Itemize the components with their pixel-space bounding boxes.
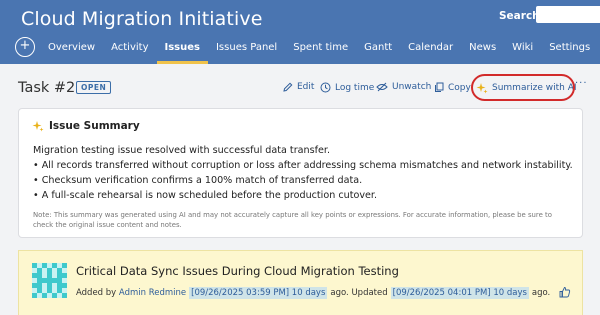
copy-icon [435,82,444,92]
sparkle-icon [32,121,44,132]
new-item-plus-icon[interactable]: + [15,37,35,57]
pencil-icon [283,82,293,92]
tab-issues-panel[interactable]: Issues Panel [208,40,285,64]
summary-line: • All records transferred without corrup… [33,160,573,171]
tab-settings[interactable]: Settings [541,40,598,64]
created-date-link[interactable]: [09/26/2025 03:59 PM] 10 days [189,287,328,299]
tab-news[interactable]: News [461,40,504,64]
issue-summary-card: Issue Summary Migration testing issue re… [18,108,583,238]
tab-wiki[interactable]: Wiki [504,40,541,64]
log-time-label: Log time [335,82,375,93]
clock-icon [320,82,331,93]
log-time-button[interactable]: Log time [320,82,374,93]
tab-overview[interactable]: Overview [40,40,103,64]
avatar [32,263,67,298]
main-menu-tabs: Overview Activity Issues Issues Panel Sp… [40,40,598,64]
ago-text: ago. [531,288,551,298]
tab-spent-time[interactable]: Spent time [285,40,356,64]
tab-activity[interactable]: Activity [103,40,156,64]
tab-gantt[interactable]: Gantt [356,40,400,64]
search-input[interactable] [536,6,600,23]
added-by-text: Added by [76,288,117,298]
summary-header: Issue Summary [32,120,140,132]
highlight-ring [471,74,575,101]
summary-line: Migration testing issue resolved with su… [33,145,330,156]
updated-date-link[interactable]: [09/26/2025 04:01 PM] 10 days [390,287,529,299]
issue-details-panel: Critical Data Sync Issues During Cloud M… [18,250,583,315]
issue-subject: Critical Data Sync Issues During Cloud M… [76,264,399,278]
summary-line: • A full-scale rehearsal is now schedule… [33,190,378,201]
tab-issues[interactable]: Issues [156,40,208,64]
edit-button[interactable]: Edit [283,82,314,92]
author-link[interactable]: Admin Redmine [119,288,186,298]
top-header: Cloud Migration Initiative Search: + Ove… [0,0,600,64]
page-title: Task #2 [18,80,76,96]
issue-author-line: Added by Admin Redmine [09/26/2025 03:59… [76,287,550,299]
summary-line: • Checksum verification confirms a 100% … [33,175,363,186]
summary-heading: Issue Summary [49,120,140,132]
tab-calendar[interactable]: Calendar [400,40,461,64]
ago-updated-text: ago. Updated [330,288,388,298]
copy-button[interactable]: Copy [434,82,471,93]
unwatch-button[interactable]: Unwatch [376,82,431,92]
thumbs-up-icon[interactable] [559,286,571,298]
eye-off-icon [376,82,388,92]
summary-body: Migration testing issue resolved with su… [33,143,573,203]
unwatch-label: Unwatch [392,82,432,92]
more-actions-button[interactable]: ··· [575,78,588,89]
project-title[interactable]: Cloud Migration Initiative [21,8,263,30]
status-badge: OPEN [76,81,112,94]
copy-label: Copy [448,82,471,93]
edit-label: Edit [297,82,315,92]
ai-disclaimer-note: Note: This summary was generated using A… [33,211,552,229]
